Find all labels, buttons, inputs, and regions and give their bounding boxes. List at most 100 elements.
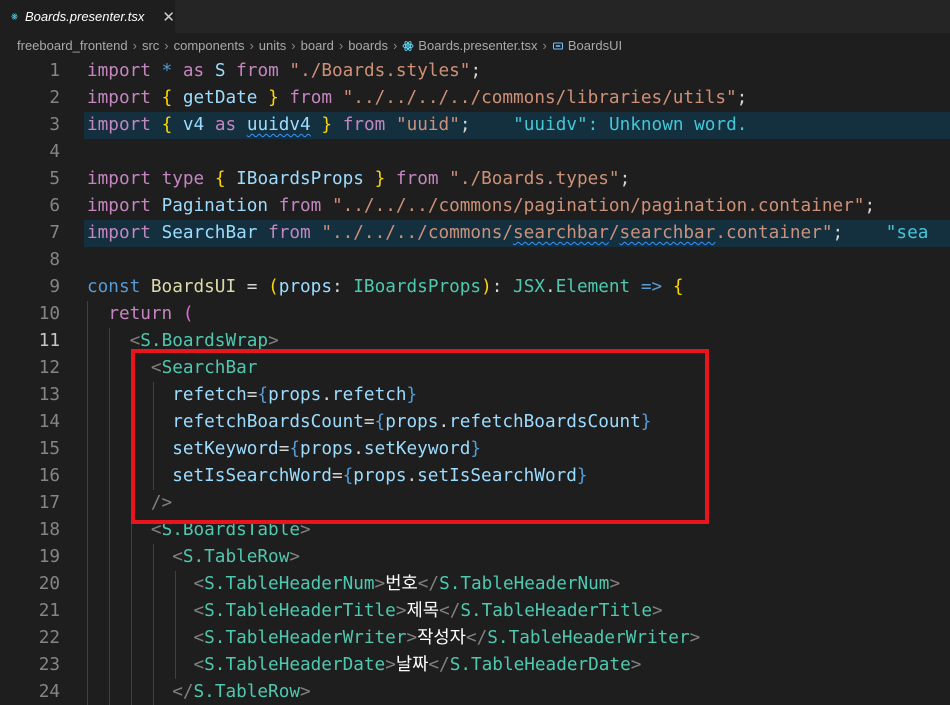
code-line[interactable]: 5 import type { IBoardsProps } from "./Bo…: [0, 166, 950, 193]
code-token: searchbar: [513, 223, 609, 243]
breadcrumb-item[interactable]: src: [142, 38, 159, 53]
code-token: SearchBar: [161, 223, 258, 243]
tab-boards-presenter[interactable]: Boards.presenter.tsx ✕: [0, 0, 175, 33]
code-line[interactable]: 9 const BoardsUI = (props: IBoardsProps):…: [0, 274, 950, 301]
code-line[interactable]: 24 </S.TableRow>: [0, 679, 950, 705]
breadcrumb-item[interactable]: Boards.presenter.tsx: [418, 38, 537, 53]
code-line[interactable]: 2 import { getDate } from "../../../../co…: [0, 85, 950, 112]
code-token: {: [161, 115, 173, 135]
breadcrumb-item[interactable]: freeboard_frontend: [17, 38, 128, 53]
code-line[interactable]: 22 <S.TableHeaderWriter>작성자</S.TableHead…: [0, 625, 950, 652]
line-number: 11: [38, 331, 60, 351]
code-line[interactable]: 23 <S.TableHeaderDate>날짜</S.TableHeaderD…: [0, 652, 950, 679]
code-line[interactable]: 3 import { v4 as uuidv4 } from "uuid"; "u…: [0, 112, 950, 139]
code-token: </: [465, 628, 488, 648]
line-number: 8: [49, 250, 60, 270]
code-token: "../../../commons/pagination/pagination.…: [331, 196, 865, 216]
line-number: 21: [38, 601, 60, 621]
code-token: uuidv4: [246, 115, 311, 135]
breadcrumb-item[interactable]: board: [301, 38, 334, 53]
code-line[interactable]: 8: [0, 247, 950, 274]
code-line[interactable]: 21 <S.TableHeaderTitle>제목</S.TableHeader…: [0, 598, 950, 625]
code-token: <: [172, 547, 183, 567]
line-number: 4: [49, 142, 60, 162]
code-token: ): [481, 277, 492, 297]
chevron-right-icon: ›: [338, 38, 344, 53]
code-token: S.TableHeaderWriter: [204, 628, 407, 648]
code-token: .container": [715, 223, 833, 243]
code-token: }: [321, 115, 333, 135]
code-token: import: [87, 115, 151, 135]
code-text: import SearchBar from "../../../commons/…: [87, 220, 928, 247]
code-token: "sea: [885, 223, 929, 243]
code-token: <: [193, 574, 205, 594]
code-token: props: [278, 277, 332, 297]
code-token: JSX: [513, 277, 545, 297]
code-text: import { v4 as uuidv4 } from "uuid"; "uu…: [87, 112, 747, 139]
line-number: 2: [49, 88, 60, 108]
code-token: >: [395, 601, 407, 621]
breadcrumb-item[interactable]: BoardsUI: [568, 38, 622, 53]
code-token: ;: [736, 88, 748, 108]
code-token: {: [672, 277, 684, 297]
breadcrumb-item[interactable]: units: [259, 38, 286, 53]
code-token: "./Boards.styles": [289, 61, 471, 81]
code-token: {: [214, 169, 226, 189]
code-line[interactable]: 19 <S.TableRow>: [0, 544, 950, 571]
code-line[interactable]: 4: [0, 139, 950, 166]
code-token: const: [87, 277, 141, 297]
line-number: 16: [38, 466, 60, 486]
code-token: >: [630, 655, 642, 675]
code-text: import Pagination from "../../../commons…: [87, 193, 875, 220]
close-icon[interactable]: ✕: [162, 8, 175, 26]
code-token: /: [608, 223, 620, 243]
line-number: 20: [38, 574, 60, 594]
code-token: "uuidv": Unknown word.: [513, 115, 748, 135]
code-token: =>: [640, 277, 663, 297]
code-token: from: [268, 223, 311, 243]
code-token: S.TableHeaderDate: [449, 655, 631, 675]
code-line[interactable]: 7 import SearchBar from "../../../commons…: [0, 220, 950, 247]
breadcrumb-item[interactable]: boards: [348, 38, 388, 53]
code-line[interactable]: 10 return (: [0, 301, 950, 328]
code-text: <S.TableHeaderWriter>작성자</S.TableHeaderW…: [87, 625, 701, 652]
code-token: IBoardsProps: [353, 277, 482, 297]
code-token: return: [108, 304, 173, 324]
code-text: import type { IBoardsProps } from "./Boa…: [87, 166, 630, 193]
code-token: from: [278, 196, 322, 216]
code-token: ;: [459, 115, 471, 135]
line-number: 12: [38, 358, 60, 378]
code-token: "uuid": [395, 115, 460, 135]
code-text: <S.TableHeaderTitle>제목</S.TableHeaderTit…: [87, 598, 663, 625]
code-line[interactable]: 6 import Pagination from "../../../common…: [0, 193, 950, 220]
code-token: "./Boards.types": [449, 169, 620, 189]
code-token: S.TableRow: [182, 547, 290, 567]
breadcrumb-item[interactable]: components: [174, 38, 245, 53]
symbol-variable-icon: [552, 41, 563, 50]
tab-bar: Boards.presenter.tsx ✕: [0, 0, 950, 33]
line-number: 3: [49, 115, 60, 135]
code-token: from: [395, 169, 439, 189]
code-line[interactable]: 1 import * as S from "./Boards.styles";: [0, 58, 950, 85]
code-line[interactable]: 20 <S.TableHeaderNum>번호</S.TableHeaderNu…: [0, 571, 950, 598]
line-number: 7: [49, 223, 60, 243]
line-number: 9: [49, 277, 60, 297]
code-token: v4: [182, 115, 205, 135]
